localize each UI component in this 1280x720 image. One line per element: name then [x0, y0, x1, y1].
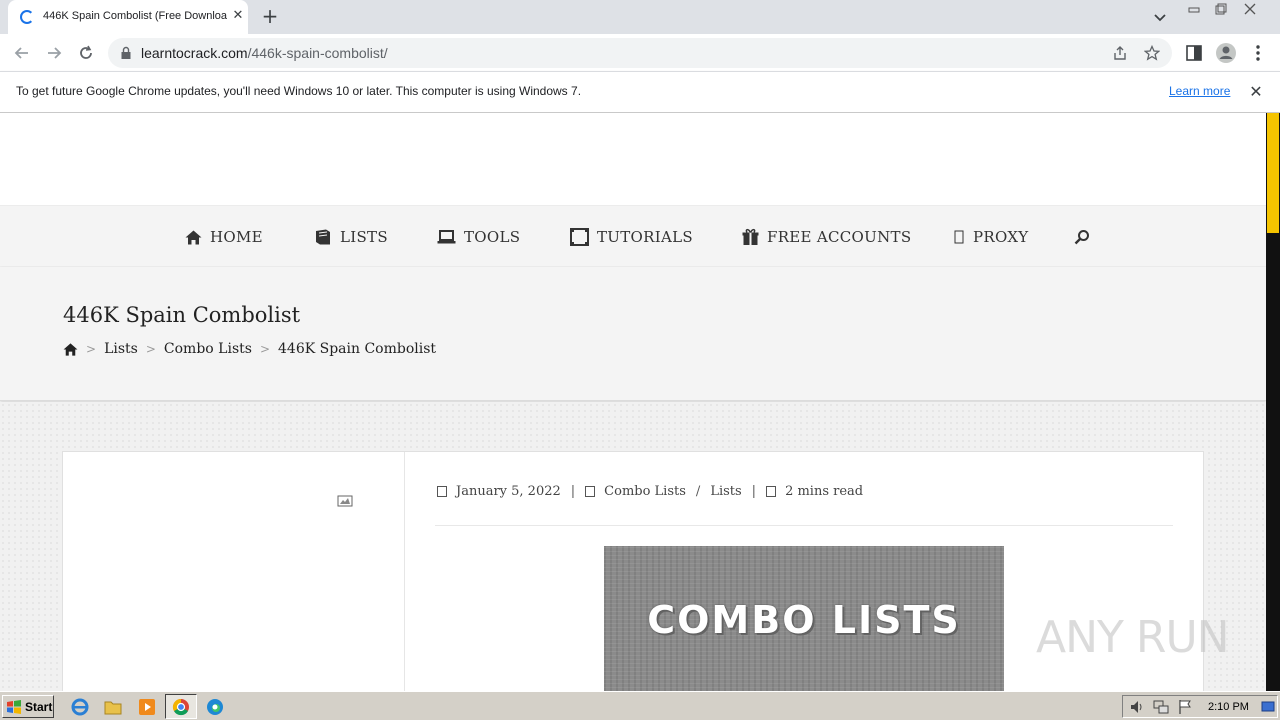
home-icon[interactable]	[63, 342, 78, 356]
url-text: learntocrack.com/446k-spain-combolist/	[141, 45, 388, 61]
profile-avatar-icon[interactable]	[1213, 40, 1239, 66]
chevron-down-icon[interactable]	[1152, 9, 1168, 25]
category-separator: /	[695, 484, 701, 499]
breadcrumb-current: 446K Spain Combolist	[278, 341, 437, 357]
side-panel-icon[interactable]	[1181, 40, 1207, 66]
network-icon[interactable]	[1153, 699, 1169, 715]
bookmark-star-icon[interactable]	[1144, 45, 1160, 61]
anyrun-watermark: ANY RUN	[1036, 605, 1230, 669]
search-icon	[1074, 230, 1089, 245]
tab-title: 446K Spain Combolist (Free Downloa	[43, 10, 227, 22]
media-player-icon[interactable]	[136, 696, 158, 718]
stop-loading-icon[interactable]	[73, 40, 99, 66]
browser-tab[interactable]: 446K Spain Combolist (Free Downloa ✕	[8, 0, 248, 34]
taskbar-clock[interactable]: 2:10 PM	[1208, 701, 1249, 713]
box-icon	[954, 230, 964, 243]
post-meta: January 5, 2022 | Combo Lists / Lists | …	[437, 484, 863, 499]
meta-separator: |	[751, 484, 757, 499]
meta-separator: |	[570, 484, 576, 499]
minimize-icon[interactable]	[1184, 2, 1204, 16]
post-category-combo-lists[interactable]: Combo Lists	[604, 484, 686, 499]
calendar-icon	[437, 486, 447, 497]
folder-explorer-icon[interactable]	[102, 696, 124, 718]
start-button[interactable]: Start	[2, 695, 54, 718]
windows-logo-icon	[7, 699, 21, 714]
browser-toolbar: learntocrack.com/446k-spain-combolist/	[0, 34, 1280, 71]
post-read-time: 2 mins read	[785, 484, 864, 499]
lock-icon[interactable]	[120, 46, 132, 60]
watermark-text: ANY RUN	[1036, 611, 1230, 663]
tab-close-icon[interactable]: ✕	[230, 8, 246, 24]
post-category-lists[interactable]: Lists	[710, 484, 741, 499]
breadcrumb-combo-lists[interactable]: Combo Lists	[164, 341, 252, 357]
menu-kebab-icon[interactable]	[1245, 40, 1271, 66]
featured-image-text: COMBO LISTS	[647, 598, 961, 642]
breadcrumb-separator: >	[86, 342, 97, 356]
nav-label-lists: LISTS	[340, 228, 388, 246]
loading-spinner-icon	[20, 10, 34, 24]
nav-label-home: HOME	[210, 228, 263, 246]
home-icon	[185, 230, 202, 244]
featured-image: COMBO LISTS	[604, 546, 1004, 691]
post-date: January 5, 2022	[456, 484, 561, 499]
url-path: /446k-spain-combolist/	[247, 45, 388, 61]
post-card: January 5, 2022 | Combo Lists / Lists | …	[62, 451, 1204, 691]
page-title: 446K Spain Combolist	[63, 303, 301, 327]
clock-icon	[766, 486, 777, 497]
folder-icon	[585, 486, 596, 497]
nav-label-proxy: PROXY	[973, 228, 1029, 246]
site-header	[0, 113, 1266, 205]
system-tray	[1122, 695, 1278, 718]
scrollbar-thumb[interactable]	[1267, 113, 1279, 233]
book-icon	[316, 229, 330, 245]
volume-icon[interactable]	[1129, 699, 1145, 715]
forward-icon[interactable]	[41, 40, 67, 66]
tab-strip: 446K Spain Combolist (Free Downloa ✕ +	[0, 0, 1280, 34]
post-sidebar	[63, 452, 405, 691]
learn-more-link[interactable]: Learn more	[1169, 84, 1230, 98]
action-center-flag-icon[interactable]	[1177, 699, 1193, 715]
breadcrumb-lists[interactable]: Lists	[104, 341, 138, 357]
restore-icon[interactable]	[1210, 2, 1230, 16]
nav-item-lists[interactable]: LISTS	[315, 226, 388, 248]
nav-item-tools[interactable]: TOOLS	[437, 226, 520, 248]
infobar-message: To get future Google Chrome updates, you…	[16, 84, 582, 98]
nav-search-button[interactable]	[1074, 226, 1098, 248]
edge-icon[interactable]	[204, 696, 226, 718]
nav-label-free-accounts: FREE ACCOUNTS	[767, 228, 912, 246]
update-infobar: To get future Google Chrome updates, you…	[0, 71, 1280, 113]
share-icon[interactable]	[1112, 45, 1128, 61]
nav-item-home[interactable]: HOME	[185, 226, 263, 248]
nav-label-tutorials: TUTORIALS	[597, 228, 693, 246]
nav-item-tutorials[interactable]: TUTORIALS	[570, 226, 693, 248]
breadcrumb-separator: >	[259, 342, 270, 356]
start-label: Start	[25, 699, 53, 714]
gift-icon	[742, 228, 759, 246]
breadcrumb-separator: >	[145, 342, 156, 356]
nav-label-tools: TOOLS	[464, 228, 521, 246]
close-window-icon[interactable]	[1240, 2, 1260, 16]
film-icon	[570, 228, 589, 246]
url-domain: learntocrack.com	[141, 45, 248, 61]
new-tab-button[interactable]: +	[259, 6, 281, 28]
taskbar: Start 2:10 PM	[0, 691, 1280, 720]
chrome-icon[interactable]	[170, 696, 192, 718]
show-desktop-icon[interactable]	[1261, 700, 1275, 714]
page-title-banner: 446K Spain Combolist > Lists > Combo Lis…	[0, 267, 1266, 401]
internet-explorer-icon[interactable]	[69, 696, 91, 718]
meta-divider	[435, 525, 1173, 526]
infobar-close-icon[interactable]: ✕	[1246, 82, 1266, 102]
nav-item-proxy[interactable]: PROXY	[954, 226, 1029, 248]
breadcrumb: > Lists > Combo Lists > 446K Spain Combo…	[63, 341, 436, 357]
laptop-icon	[437, 230, 456, 244]
nav-item-free-accounts[interactable]: FREE ACCOUNTS	[742, 226, 911, 248]
address-bar[interactable]: learntocrack.com/446k-spain-combolist/	[108, 38, 1172, 68]
broken-image-icon	[337, 495, 353, 507]
back-icon[interactable]	[9, 40, 35, 66]
main-nav: HOME LISTS TOOLS TUTORIALS FREE ACCOUNTS…	[0, 205, 1266, 267]
